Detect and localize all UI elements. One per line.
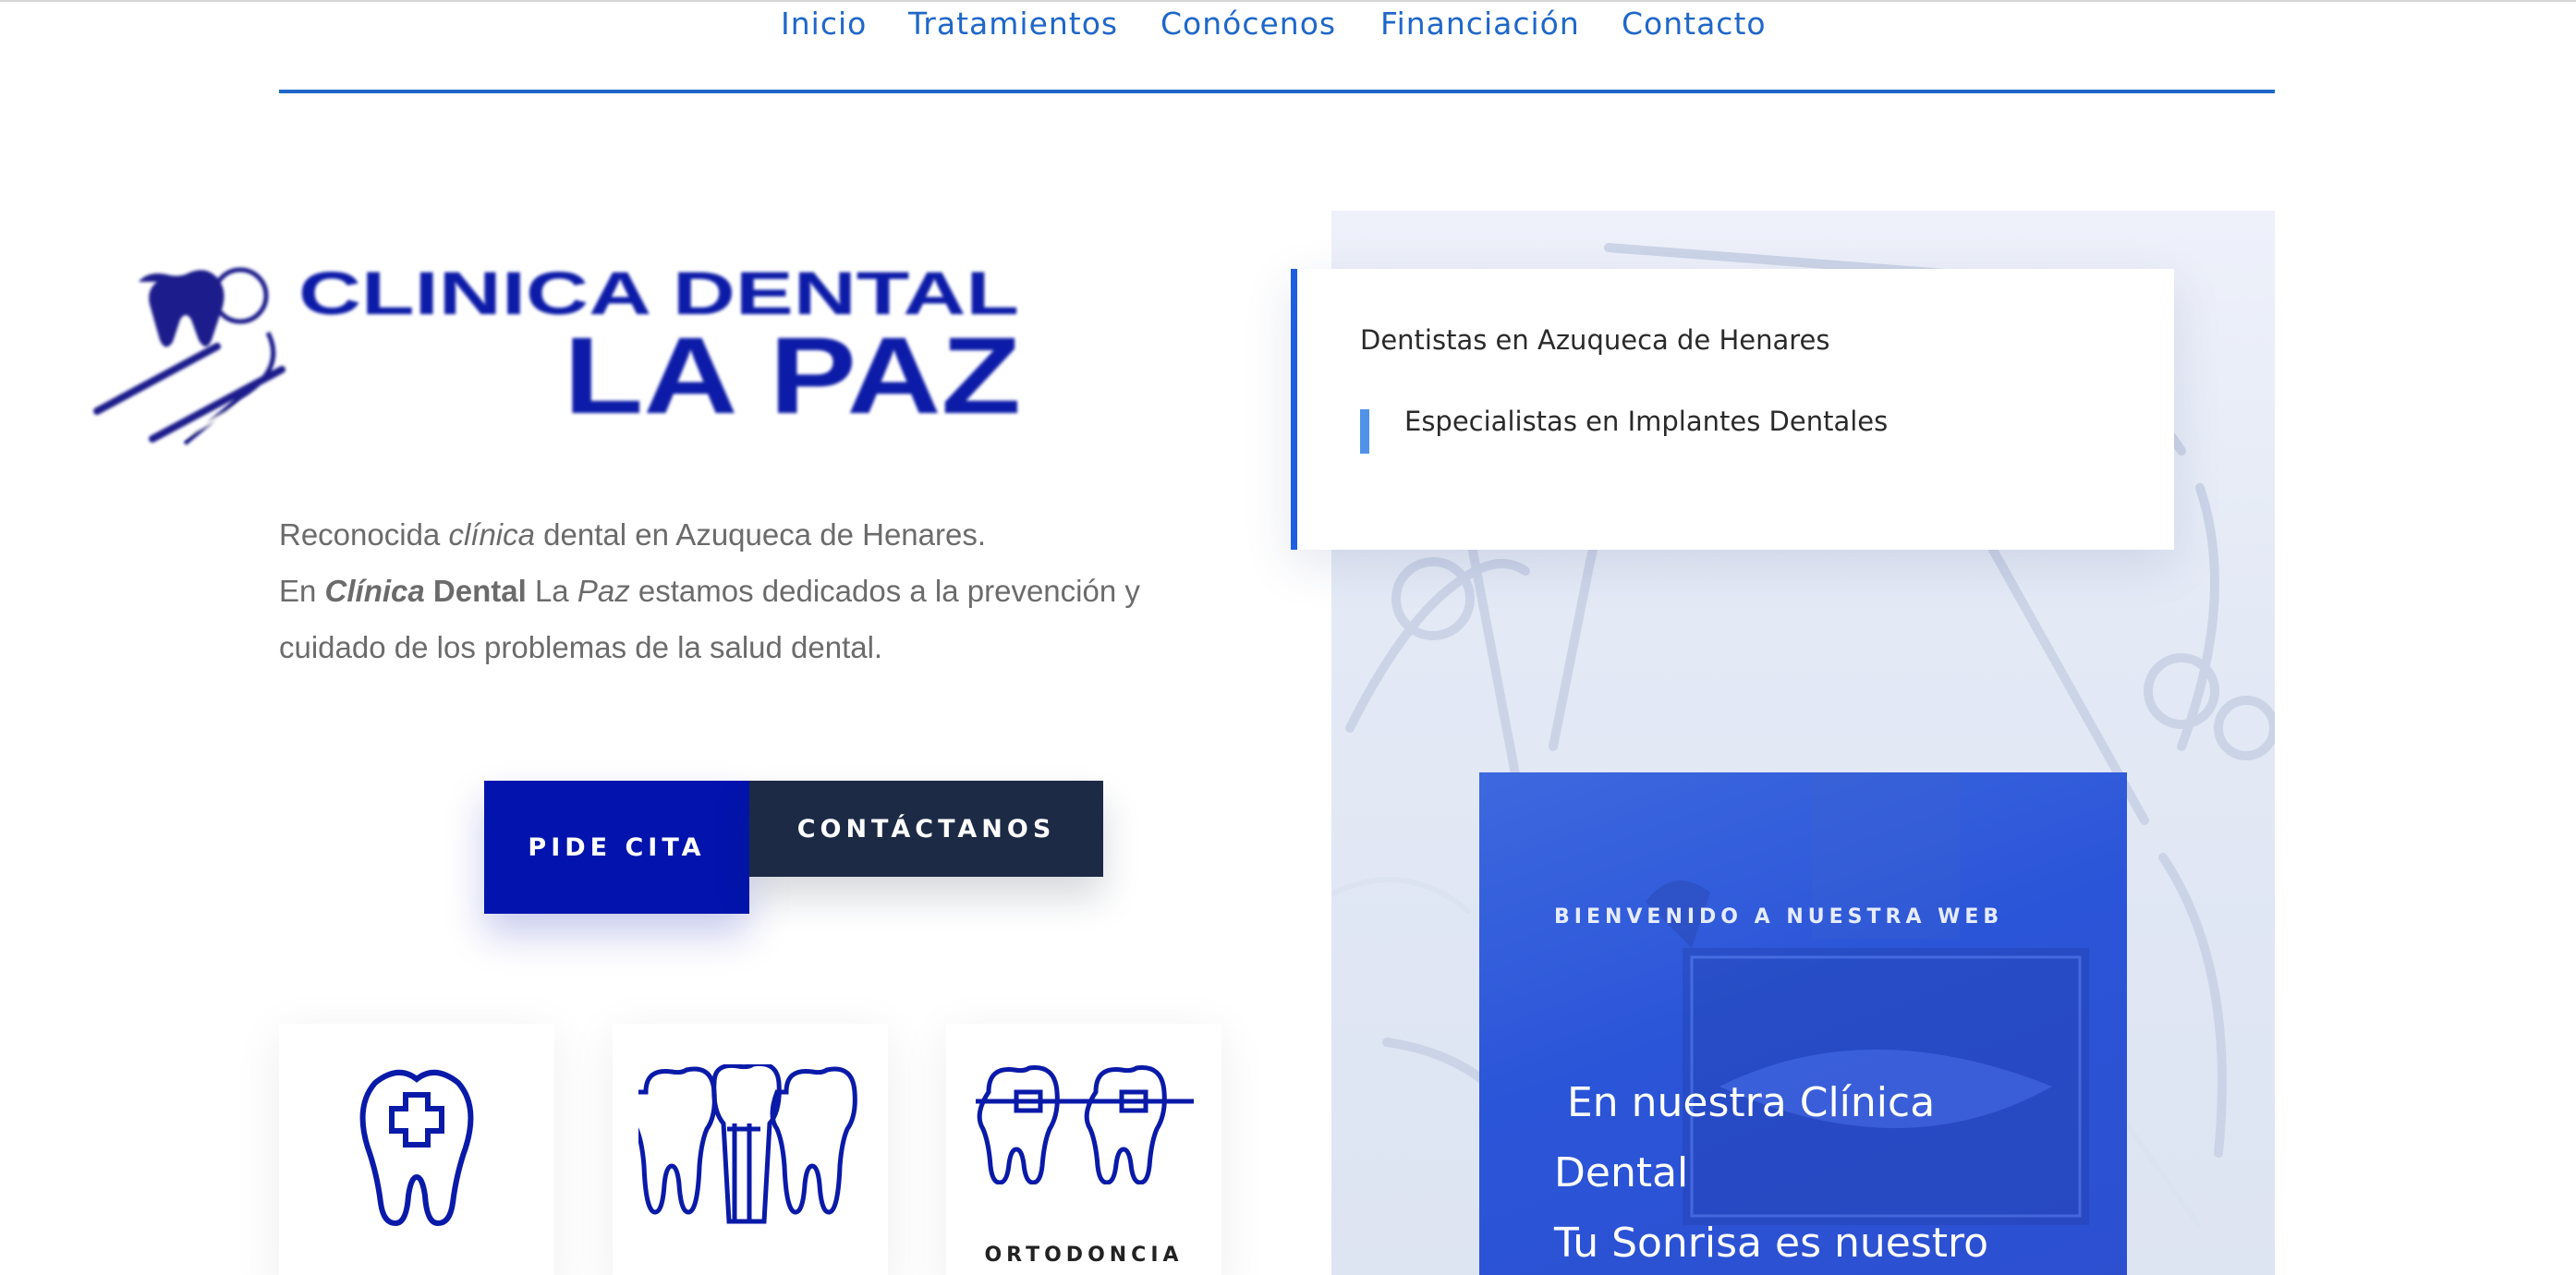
logo-graphic: CLINICA DENTAL LA PAZ <box>93 259 1021 450</box>
pide-cita-button[interactable]: PIDE CITA <box>484 781 749 914</box>
info-heading: Dentistas en Azuqueca de Henares <box>1360 324 1830 356</box>
intro-text: Reconocida clínica dental en Azuqueca de… <box>279 506 1240 675</box>
logo-line2: LA PAZ <box>564 315 1021 437</box>
welcome-title: En nuestra Clínica Dental Tu Sonrisa es … <box>1554 1079 1989 1267</box>
nav-divider <box>279 90 2275 93</box>
nav-item-inicio[interactable]: Inicio <box>781 6 867 42</box>
intro-line-2: En Clínica Dental La Paz estamos dedicad… <box>279 574 1140 664</box>
nav-item-tratamientos[interactable]: Tratamientos <box>908 6 1118 42</box>
info-subheading: Especialistas en Implantes Dentales <box>1404 406 1889 437</box>
intro-line-1: Reconocida clínica dental en Azuqueca de… <box>279 517 987 552</box>
info-accent-bar <box>1360 409 1369 454</box>
service-card[interactable] <box>279 1024 554 1275</box>
info-card: Dentistas en Azuqueca de Henares Especia… <box>1291 269 2174 550</box>
service-label: ORTODONCIA <box>984 1244 1184 1267</box>
clinic-logo[interactable]: CLINICA DENTAL LA PAZ <box>88 245 1030 467</box>
welcome-box: BIENVENIDO A NUESTRA WEB En nuestra Clín… <box>1479 772 2127 1275</box>
service-card[interactable] <box>613 1024 888 1275</box>
tooth-cross-icon <box>359 1070 474 1226</box>
nav-item-contacto[interactable]: Contacto <box>1622 6 1767 42</box>
contactanos-button[interactable]: CONTÁCTANOS <box>749 781 1103 877</box>
teeth-implant-icon <box>638 1064 857 1224</box>
nav-item-financiacion[interactable]: Financiación <box>1380 6 1580 42</box>
braces-icon <box>976 1065 1194 1184</box>
service-card[interactable]: ORTODONCIA <box>946 1024 1221 1275</box>
main-navigation: Inicio Tratamientos Conócenos Financiaci… <box>0 0 2576 93</box>
welcome-eyebrow: BIENVENIDO A NUESTRA WEB <box>1554 905 2004 929</box>
nav-item-conocenos[interactable]: Conócenos <box>1160 6 1336 42</box>
